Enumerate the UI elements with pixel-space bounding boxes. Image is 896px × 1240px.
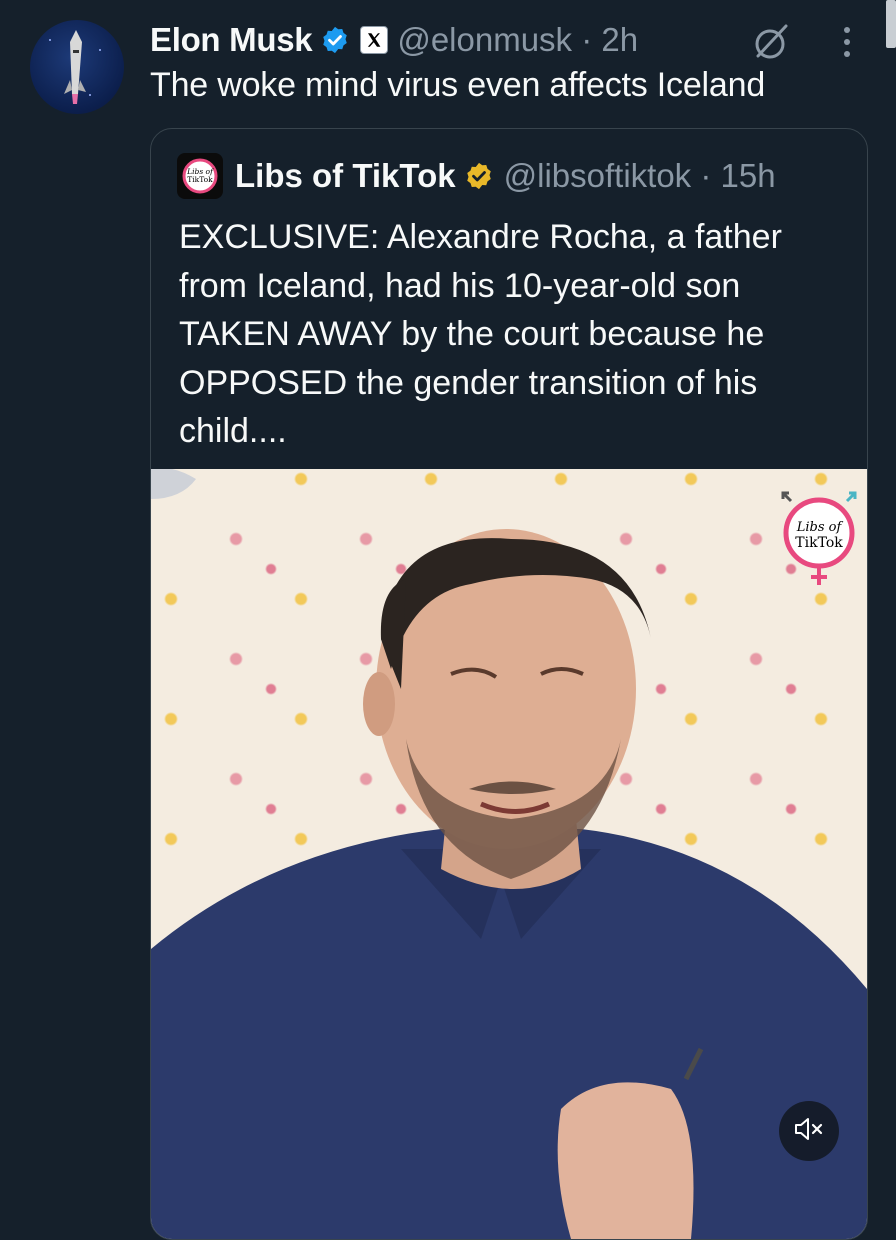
svg-text:TikTok: TikTok — [795, 535, 843, 551]
rocket-image — [49, 30, 101, 104]
more-icon[interactable] — [840, 24, 854, 65]
quoted-tweet-text: EXCLUSIVE: Alexandre Rocha, a father fro… — [179, 218, 782, 450]
video-frame — [151, 469, 867, 1239]
x-affiliation-icon[interactable] — [360, 26, 389, 54]
tweet-header: Elon Musk @elonmusk · 2h — [150, 18, 638, 62]
quoted-tweet-header: Libs of TikTok Libs of TikTok @libsoftik… — [177, 153, 776, 199]
quoted-author-name[interactable]: Libs of TikTok — [235, 157, 456, 195]
volume-muted-icon — [794, 1116, 824, 1147]
author-name[interactable]: Elon Musk — [150, 21, 313, 59]
gold-verified-badge-icon[interactable] — [464, 161, 494, 191]
svg-text:TikTok: TikTok — [187, 175, 213, 184]
avatar[interactable] — [30, 20, 124, 114]
grok-icon[interactable] — [752, 22, 792, 67]
quoted-author-handle-time[interactable]: @libsoftiktok · 15h — [504, 157, 776, 195]
svg-text:Libs of: Libs of — [796, 520, 844, 535]
quoted-tweet[interactable]: Libs of TikTok Libs of TikTok @libsoftik… — [150, 128, 868, 1240]
mute-button[interactable] — [779, 1101, 839, 1161]
scrollbar[interactable] — [886, 0, 896, 48]
watermark-logo: Libs of TikTok — [779, 491, 859, 596]
tweet-text: The woke mind virus even affects Iceland — [150, 66, 766, 104]
quoted-avatar[interactable]: Libs of TikTok — [177, 153, 223, 199]
author-handle-time[interactable]: @elonmusk · 2h — [397, 21, 638, 59]
verified-badge-icon[interactable] — [320, 25, 350, 55]
video-player[interactable]: Libs of TikTok — [151, 469, 867, 1239]
